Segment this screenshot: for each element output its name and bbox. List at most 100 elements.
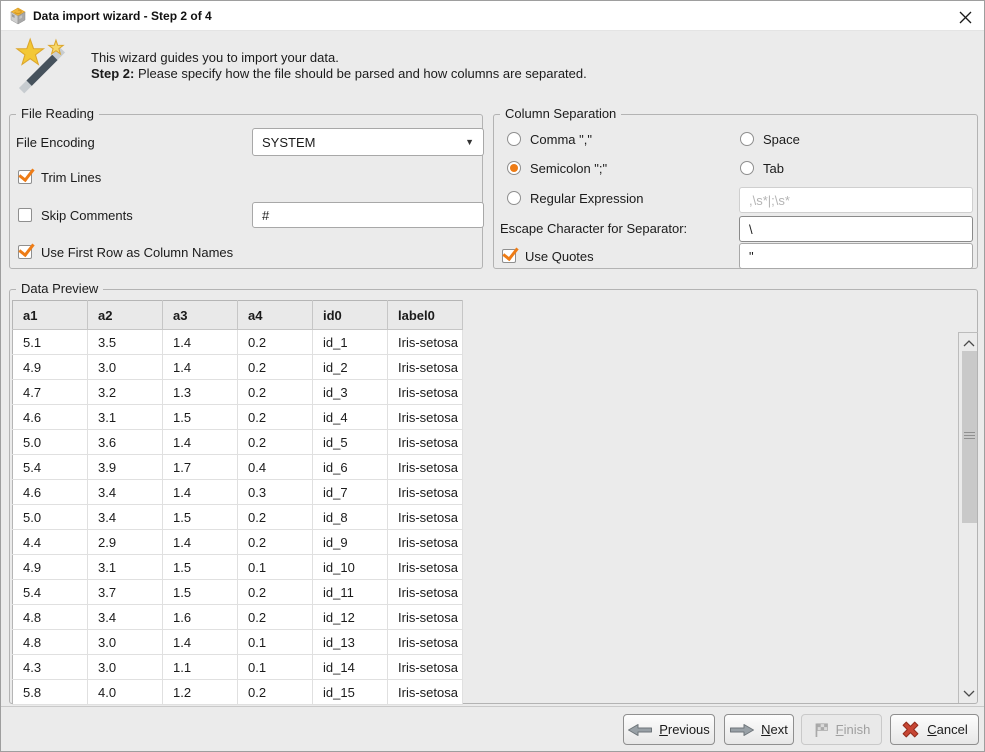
table-cell: id_1 — [313, 330, 388, 355]
next-label: Next — [761, 722, 788, 737]
table-cell: id_8 — [313, 505, 388, 530]
scroll-down-button[interactable] — [959, 685, 978, 701]
finish-button[interactable]: Finish — [801, 714, 882, 745]
trim-lines-option[interactable]: Trim Lines — [18, 168, 101, 186]
use-quotes-label: Use Quotes — [525, 249, 594, 264]
table-cell: 0.2 — [238, 605, 313, 630]
cancel-x-icon — [901, 720, 920, 739]
arrow-left-icon — [628, 724, 652, 736]
table-cell: 3.4 — [88, 480, 163, 505]
use-quotes-option[interactable]: Use Quotes — [502, 247, 594, 265]
file-reading-group: File Reading File Encoding SYSTEM ▼ Trim… — [9, 114, 483, 269]
previous-button[interactable]: Previous — [623, 714, 715, 745]
tab-option[interactable]: Tab — [740, 159, 784, 177]
table-cell: 4.3 — [13, 655, 88, 680]
comma-radio — [507, 132, 521, 146]
tab-label: Tab — [763, 161, 784, 176]
table-cell: 0.3 — [238, 480, 313, 505]
table-cell: 3.0 — [88, 355, 163, 380]
table-cell: 4.6 — [13, 480, 88, 505]
table-cell: 5.1 — [13, 330, 88, 355]
table-cell: 1.5 — [163, 555, 238, 580]
quote-character-input[interactable]: " — [739, 243, 973, 269]
comment-character-value: # — [262, 208, 269, 223]
table-cell: Iris-setosa — [388, 605, 463, 630]
table-cell: 1.1 — [163, 655, 238, 680]
scrollbar-thumb[interactable] — [962, 351, 977, 523]
table-cell: Iris-setosa — [388, 380, 463, 405]
table-cell: 3.4 — [88, 505, 163, 530]
file-reading-title: File Reading — [16, 106, 99, 121]
first-row-names-option[interactable]: Use First Row as Column Names — [18, 243, 233, 261]
regex-option[interactable]: Regular Expression — [507, 189, 643, 207]
table-row: 5.03.61.40.2id_5Iris-setosa — [13, 430, 463, 455]
scroll-up-button[interactable] — [959, 335, 978, 351]
table-cell: 1.2 — [163, 680, 238, 705]
table-row: 4.63.11.50.2id_4Iris-setosa — [13, 405, 463, 430]
table-row: 4.83.01.40.1id_13Iris-setosa — [13, 630, 463, 655]
regex-input[interactable]: ,\s*|;\s* — [739, 187, 973, 213]
table-row: 5.84.01.20.2id_15Iris-setosa — [13, 680, 463, 705]
table-cell: Iris-setosa — [388, 530, 463, 555]
tab-radio — [740, 161, 754, 175]
semicolon-radio — [507, 161, 521, 175]
table-row: 5.03.41.50.2id_8Iris-setosa — [13, 505, 463, 530]
table-cell: id_13 — [313, 630, 388, 655]
table-cell: 1.5 — [163, 405, 238, 430]
table-cell: Iris-setosa — [388, 355, 463, 380]
data-preview-title: Data Preview — [16, 281, 103, 296]
skip-comments-option[interactable]: Skip Comments — [18, 206, 133, 224]
table-row: 4.93.01.40.2id_2Iris-setosa — [13, 355, 463, 380]
close-button[interactable] — [956, 8, 974, 26]
space-label: Space — [763, 132, 800, 147]
table-cell: 4.6 — [13, 405, 88, 430]
table-cell: 2.9 — [88, 530, 163, 555]
comment-character-input[interactable]: # — [252, 202, 484, 228]
arrow-right-icon — [730, 724, 754, 736]
table-cell: id_7 — [313, 480, 388, 505]
wizard-description-line1: This wizard guides you to import your da… — [91, 50, 587, 66]
space-option[interactable]: Space — [740, 130, 800, 148]
table-cell: 1.6 — [163, 605, 238, 630]
escape-character-label: Escape Character for Separator: — [500, 221, 687, 236]
scrollbar-grip — [964, 432, 975, 441]
table-cell: id_6 — [313, 455, 388, 480]
first-row-names-checkbox — [18, 245, 32, 259]
table-cell: 0.2 — [238, 505, 313, 530]
comma-option[interactable]: Comma "," — [507, 130, 592, 148]
window-title: Data import wizard - Step 2 of 4 — [33, 1, 212, 31]
table-cell: 4.9 — [13, 555, 88, 580]
table-cell: Iris-setosa — [388, 455, 463, 480]
preview-scrollbar[interactable] — [958, 332, 978, 703]
column-header-a1: a1 — [13, 301, 88, 330]
table-cell: Iris-setosa — [388, 430, 463, 455]
escape-character-input[interactable]: \ — [739, 216, 973, 242]
table-row: 4.93.11.50.1id_10Iris-setosa — [13, 555, 463, 580]
skip-comments-checkbox — [18, 208, 32, 222]
cancel-label: Cancel — [927, 722, 967, 737]
table-cell: 5.4 — [13, 455, 88, 480]
next-button[interactable]: Next — [724, 714, 794, 745]
column-header-a4: a4 — [238, 301, 313, 330]
semicolon-option[interactable]: Semicolon ";" — [507, 159, 607, 177]
table-cell: 1.4 — [163, 330, 238, 355]
finish-flag-icon — [813, 722, 829, 738]
semicolon-label: Semicolon ";" — [530, 161, 607, 176]
file-encoding-select[interactable]: SYSTEM ▼ — [252, 128, 484, 156]
table-cell: 5.0 — [13, 505, 88, 530]
chevron-down-icon — [963, 690, 975, 697]
data-import-wizard-dialog: Data import wizard - Step 2 of 4 This wi… — [0, 0, 985, 752]
table-cell: 3.0 — [88, 655, 163, 680]
finish-label: Finish — [836, 722, 871, 737]
comma-label: Comma "," — [530, 132, 592, 147]
table-cell: 3.2 — [88, 380, 163, 405]
column-header-a3: a3 — [163, 301, 238, 330]
table-cell: Iris-setosa — [388, 555, 463, 580]
regex-label: Regular Expression — [530, 191, 643, 206]
table-row: 4.42.91.40.2id_9Iris-setosa — [13, 530, 463, 555]
cancel-button[interactable]: Cancel — [890, 714, 979, 745]
space-radio — [740, 132, 754, 146]
wizard-description: This wizard guides you to import your da… — [91, 50, 587, 82]
data-preview-table: a1a2a3a4id0label0 5.13.51.40.2id_1Iris-s… — [12, 300, 463, 705]
table-cell: id_3 — [313, 380, 388, 405]
